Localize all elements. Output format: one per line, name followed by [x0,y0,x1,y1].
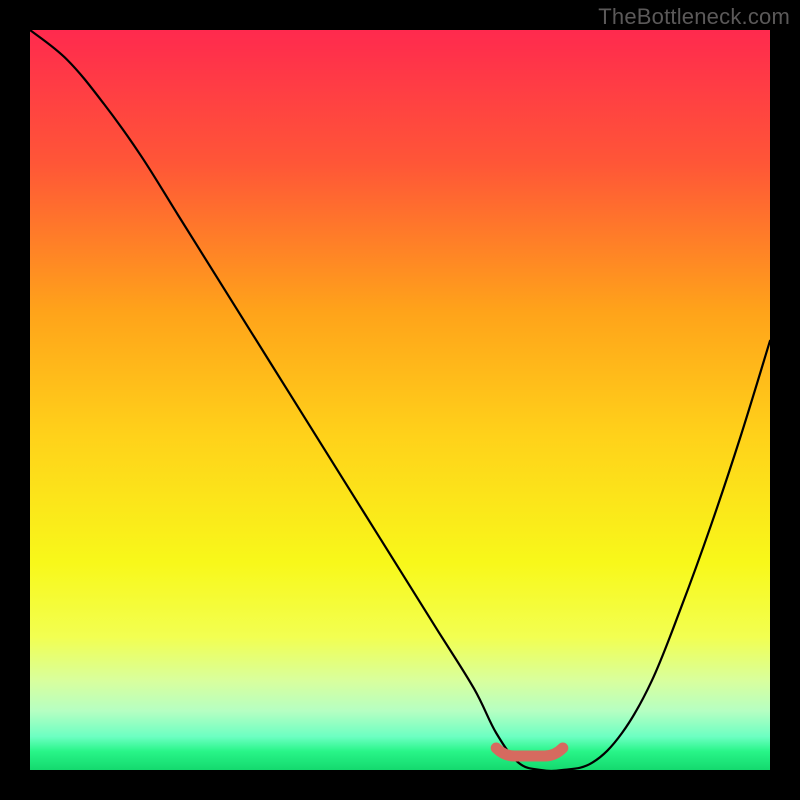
ideal-range-marker [496,748,563,756]
watermark-text: TheBottleneck.com [598,4,790,30]
plot-area [30,30,770,770]
curve-layer [30,30,770,770]
frame-bottom [0,770,800,800]
frame-left [0,0,30,800]
frame-right [770,0,800,800]
bottleneck-curve [30,30,770,770]
